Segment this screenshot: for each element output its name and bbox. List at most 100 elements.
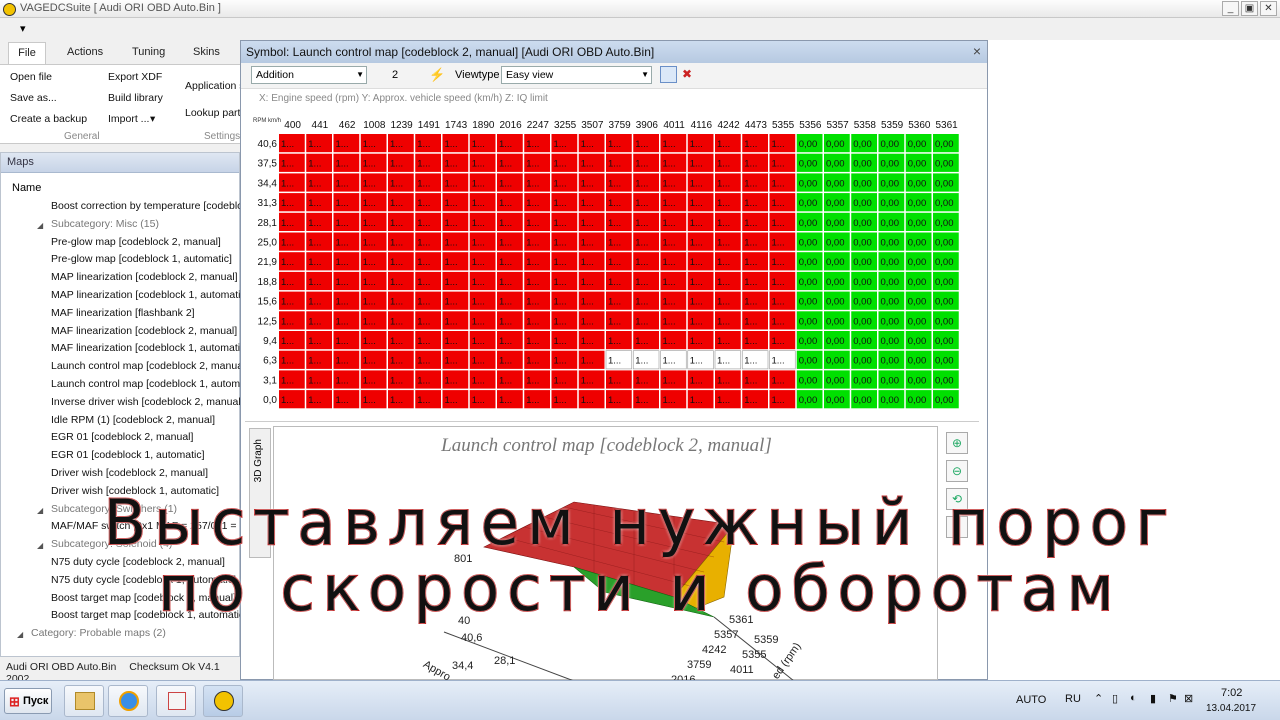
map-list-item[interactable]: Boost correction by temperature [codeblo… [51, 200, 241, 216]
open-file-button[interactable]: Open file [10, 71, 52, 83]
map-cell-value[interactable]: 1... [717, 218, 730, 229]
map-cell-value[interactable]: 1... [363, 218, 376, 229]
map-cell-value[interactable]: 0,00 [908, 198, 927, 209]
map-cell-value[interactable]: 1... [336, 277, 349, 288]
map-cell-value[interactable]: 0,00 [826, 178, 845, 189]
map-cell-value[interactable]: 0,00 [935, 218, 954, 229]
map-cell-value[interactable]: 1... [717, 257, 730, 268]
map-cell-value[interactable]: 0,00 [853, 178, 872, 189]
map-cell-value[interactable]: 1... [445, 178, 458, 189]
map-cell-value[interactable]: 1... [772, 257, 785, 268]
symbol-window-close-button[interactable]: × [973, 43, 981, 59]
map-cell-value[interactable]: 1... [690, 159, 703, 170]
map-cell-value[interactable]: 1... [308, 218, 321, 229]
map-cell-value[interactable]: 1... [390, 375, 403, 386]
map-cell-value[interactable]: 1... [390, 297, 403, 308]
map-cell-value[interactable]: 1... [717, 238, 730, 249]
map-cell-value[interactable]: 1... [336, 139, 349, 150]
map-cell-value[interactable]: 1... [363, 375, 376, 386]
map-cell-value[interactable]: 1... [336, 395, 349, 406]
map-cell-value[interactable]: 1... [663, 139, 676, 150]
map-cell-value[interactable]: 1... [499, 395, 512, 406]
map-cell-value[interactable]: 1... [554, 336, 567, 347]
map-cell-value[interactable]: 0,00 [881, 316, 900, 327]
map-cell-value[interactable]: 1... [772, 198, 785, 209]
map-cell-value[interactable]: 1... [445, 395, 458, 406]
map-cell-value[interactable]: 0,00 [908, 375, 927, 386]
map-cell-value[interactable]: 1... [608, 198, 621, 209]
map-cell-value[interactable]: 1... [499, 257, 512, 268]
map-cell-value[interactable]: 1... [635, 139, 648, 150]
map-cell-value[interactable]: 1... [772, 277, 785, 288]
map-cell-value[interactable]: 0,00 [799, 336, 818, 347]
map-cell-value[interactable]: 1... [608, 178, 621, 189]
map-cell-value[interactable]: 0,00 [799, 218, 818, 229]
export-xdf-button[interactable]: Export XDF [108, 71, 162, 83]
map-cell-value[interactable]: 1... [363, 297, 376, 308]
map-cell-value[interactable]: 1... [635, 316, 648, 327]
map-cell-value[interactable]: 0,00 [799, 395, 818, 406]
map-cell-value[interactable]: 1... [472, 336, 485, 347]
zoom-out-icon[interactable]: ⊖ [946, 460, 968, 482]
map-cell-value[interactable]: 1... [581, 395, 594, 406]
map-cell-value[interactable]: 0,00 [908, 139, 927, 150]
expand-arrow-icon[interactable]: ◢ [37, 221, 43, 230]
map-cell-value[interactable]: 1... [581, 238, 594, 249]
map-cell-value[interactable]: 1... [417, 277, 430, 288]
map-cell-value[interactable]: 0,00 [826, 277, 845, 288]
map-cell-value[interactable]: 1... [363, 139, 376, 150]
map-cell-value[interactable]: 1... [281, 178, 294, 189]
map-cell-value[interactable]: 1... [526, 178, 539, 189]
map-cell-value[interactable]: 1... [608, 218, 621, 229]
map-cell-value[interactable]: 1... [363, 159, 376, 170]
map-cell-value[interactable]: 1... [445, 198, 458, 209]
map-cell-value[interactable]: 1... [445, 356, 458, 367]
map-cell-value[interactable]: 1... [663, 238, 676, 249]
zoom-in-icon[interactable]: ⊕ [946, 432, 968, 454]
tab-tuning[interactable]: Tuning [132, 46, 165, 58]
save-map-icon[interactable] [660, 66, 677, 83]
map-cell-value[interactable]: 1... [390, 356, 403, 367]
map-list-item[interactable]: Inverse driver wish [codeblock 2, manual… [51, 396, 241, 412]
map-cell-value[interactable]: 0,00 [799, 139, 818, 150]
map-cell-value[interactable]: 1... [281, 159, 294, 170]
map-cell-value[interactable]: 1... [445, 238, 458, 249]
map-cell-value[interactable]: 1... [663, 218, 676, 229]
map-cell-value[interactable]: 1... [281, 198, 294, 209]
map-cell-value[interactable]: 0,00 [799, 277, 818, 288]
lookup-part-button[interactable]: Lookup part [185, 107, 240, 119]
map-cell-value[interactable]: 1... [690, 238, 703, 249]
map-cell-value[interactable]: 1... [744, 238, 757, 249]
map-cell-value[interactable]: 1... [336, 257, 349, 268]
browser-taskbar-icon[interactable] [108, 685, 148, 717]
map-cell-value[interactable]: 1... [717, 297, 730, 308]
map-cell-value[interactable]: 0,00 [935, 375, 954, 386]
map-cell-value[interactable]: 1... [308, 336, 321, 347]
map-cell-value[interactable]: 1... [308, 159, 321, 170]
map-cell-value[interactable]: 1... [308, 198, 321, 209]
map-cell-value[interactable]: 1... [608, 395, 621, 406]
map-cell-value[interactable]: 1... [445, 316, 458, 327]
map-cell-value[interactable]: 1... [744, 178, 757, 189]
map-cell-value[interactable]: 1... [554, 178, 567, 189]
map-cell-value[interactable]: 1... [308, 375, 321, 386]
map-cell-value[interactable]: 1... [772, 178, 785, 189]
map-cell-value[interactable]: 1... [526, 159, 539, 170]
map-cell-value[interactable]: 0,00 [881, 218, 900, 229]
clock-time[interactable]: 7:02 [1221, 687, 1242, 699]
map-cell-value[interactable]: 1... [472, 238, 485, 249]
map-cell-value[interactable]: 1... [499, 178, 512, 189]
map-cell-value[interactable]: 1... [635, 336, 648, 347]
mode-value-input[interactable]: 2 [392, 69, 398, 81]
map-cell-value[interactable]: 1... [772, 238, 785, 249]
map-cell-value[interactable]: 1... [690, 139, 703, 150]
map-list-item[interactable]: Idle RPM (1) [codeblock 2, manual] [51, 414, 241, 430]
map-cell-value[interactable]: 0,00 [908, 178, 927, 189]
map-cell-value[interactable]: 0,00 [826, 395, 845, 406]
map-cell-value[interactable]: 1... [472, 178, 485, 189]
clock-date[interactable]: 13.04.2017 [1206, 703, 1256, 714]
map-cell-value[interactable]: 0,00 [935, 139, 954, 150]
map-cell-value[interactable]: 1... [363, 395, 376, 406]
map-cell-value[interactable]: 1... [608, 375, 621, 386]
map-cell-value[interactable]: 1... [499, 375, 512, 386]
